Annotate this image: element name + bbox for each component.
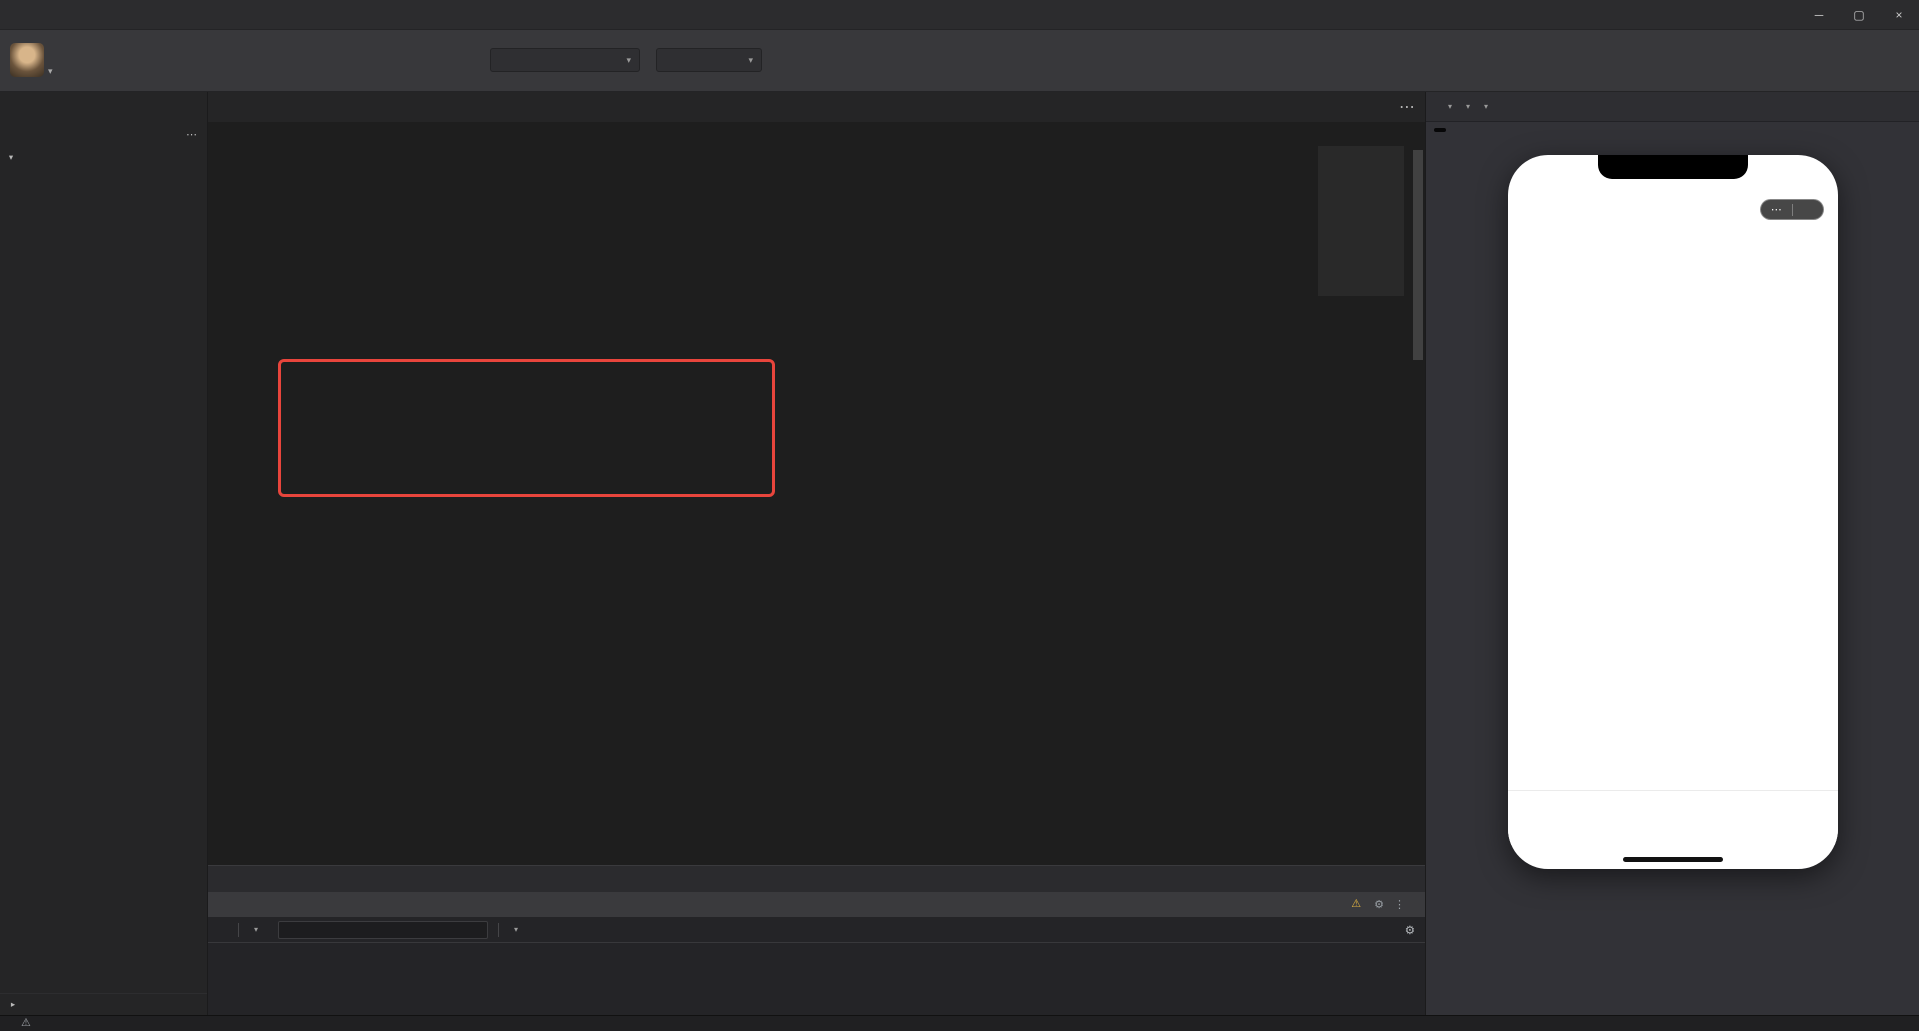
console-output bbox=[208, 943, 1425, 1015]
debug-panel-tabs bbox=[208, 866, 1425, 892]
chevron-down-icon: ▾ bbox=[48, 66, 53, 76]
compile-mode-select[interactable]: ▾ bbox=[656, 48, 762, 72]
more-actions-icon[interactable]: ⋯ bbox=[1399, 97, 1415, 117]
user-avatar[interactable]: ▾ bbox=[10, 43, 53, 77]
mode-select[interactable]: ▾ bbox=[490, 48, 640, 72]
console-warning-count[interactable]: ⚠ bbox=[1351, 899, 1364, 910]
maximize-button[interactable]: ▢ bbox=[1839, 0, 1879, 30]
chevron-down-icon: ▾ bbox=[1448, 102, 1453, 111]
home-indicator bbox=[1623, 857, 1723, 862]
divider bbox=[1791, 203, 1793, 216]
compile-controls: ▾ ▾ bbox=[490, 38, 778, 72]
devtools-tabbar: ⚠ ⚙ ⋮ bbox=[208, 892, 1425, 917]
minimap-viewport[interactable] bbox=[1318, 146, 1404, 296]
miniprogram-capsule[interactable]: ⋯ bbox=[1760, 199, 1824, 220]
chevron-down-icon: ▾ bbox=[1484, 102, 1489, 111]
chevron-down-icon: ▾ bbox=[1466, 102, 1471, 111]
divider bbox=[498, 922, 500, 937]
devtools-menu-icon[interactable]: ⋮ bbox=[1394, 898, 1405, 911]
wechat-devtools-window: ─ ▢ × ▾ ▾ ▾ ⋯ ▾ ▸ ⋯ ⚠ ⚙ ⋮ ▾ ▾ ⚙ ▾ ▾ ▾ ⋯ … bbox=[0, 0, 1919, 1031]
console-toolbar: ▾ ▾ ⚙ bbox=[208, 917, 1425, 943]
phone-tabbar bbox=[1508, 790, 1838, 845]
chevron-down-icon: ▾ bbox=[8, 151, 14, 162]
more-icon[interactable]: ⋯ bbox=[186, 128, 197, 141]
console-context-select[interactable]: ▾ bbox=[249, 925, 258, 934]
chevron-down-icon: ▾ bbox=[626, 54, 631, 65]
console-settings-icon[interactable]: ⚙ bbox=[1405, 923, 1415, 937]
status-bar: ⚠ bbox=[0, 1015, 1919, 1031]
divider bbox=[238, 922, 239, 937]
explorer-header: ⋯ bbox=[0, 122, 207, 146]
project-root[interactable]: ▾ bbox=[0, 146, 207, 168]
simulator-header: ▾ ▾ ▾ bbox=[1426, 92, 1919, 122]
capsule-more-icon[interactable]: ⋯ bbox=[1761, 203, 1792, 216]
editor-scrollbar[interactable] bbox=[1411, 146, 1425, 865]
scrollbar-thumb[interactable] bbox=[1413, 150, 1423, 360]
menu-bar: ─ ▢ × bbox=[0, 0, 1919, 30]
annotation-rectangle bbox=[278, 359, 775, 497]
avatar bbox=[10, 43, 44, 77]
outline-section[interactable]: ▸ bbox=[0, 993, 207, 1015]
file-tree bbox=[0, 168, 207, 993]
chevron-down-icon: ▾ bbox=[748, 54, 753, 65]
chevron-right-icon: ▸ bbox=[10, 999, 16, 1009]
warning-counter[interactable]: ⚠ bbox=[21, 1018, 34, 1029]
devtools-settings-icon[interactable]: ⚙ bbox=[1374, 898, 1384, 911]
editor-region: ⋯ ⚠ ⚙ ⋮ ▾ ▾ ⚙ bbox=[208, 92, 1425, 1015]
device-select[interactable]: ▾ bbox=[1444, 102, 1452, 111]
phone-notch bbox=[1598, 155, 1748, 179]
zoom-select[interactable]: ▾ bbox=[1462, 102, 1470, 111]
simulator-panel: ▾ ▾ ▾ ⋯ bbox=[1425, 92, 1919, 1015]
breadcrumb bbox=[208, 122, 1425, 146]
tab-actions: ⋯ bbox=[1387, 92, 1415, 122]
window-controls: ─ ▢ × bbox=[1799, 0, 1919, 30]
minimize-button[interactable]: ─ bbox=[1799, 0, 1839, 30]
warning-icon: ⚠ bbox=[21, 1017, 31, 1029]
chevron-down-icon: ▾ bbox=[254, 925, 259, 934]
fontsize-select[interactable]: ▾ bbox=[1480, 102, 1488, 111]
console-filter-input[interactable] bbox=[278, 920, 489, 939]
status-left: ⚠ bbox=[0, 1018, 47, 1029]
warning-icon: ⚠ bbox=[1351, 898, 1362, 910]
toolbar: ▾ ▾ ▾ bbox=[0, 30, 1919, 92]
close-button[interactable]: × bbox=[1879, 0, 1919, 30]
activity-bar bbox=[0, 92, 207, 122]
sidebar: ⋯ ▾ ▸ bbox=[0, 92, 208, 1015]
devtools-status: ⚠ ⚙ ⋮ bbox=[1338, 892, 1415, 917]
editor-tabbar: ⋯ bbox=[208, 92, 1425, 122]
code-editor[interactable] bbox=[208, 146, 1425, 865]
log-levels-select[interactable]: ▾ bbox=[509, 925, 518, 934]
debug-panel: ⚠ ⚙ ⋮ ▾ ▾ ⚙ bbox=[208, 865, 1425, 1015]
phone-preview[interactable]: ⋯ bbox=[1508, 155, 1838, 869]
chevron-down-icon: ▾ bbox=[514, 925, 519, 934]
render-mode-chip bbox=[1434, 128, 1446, 132]
